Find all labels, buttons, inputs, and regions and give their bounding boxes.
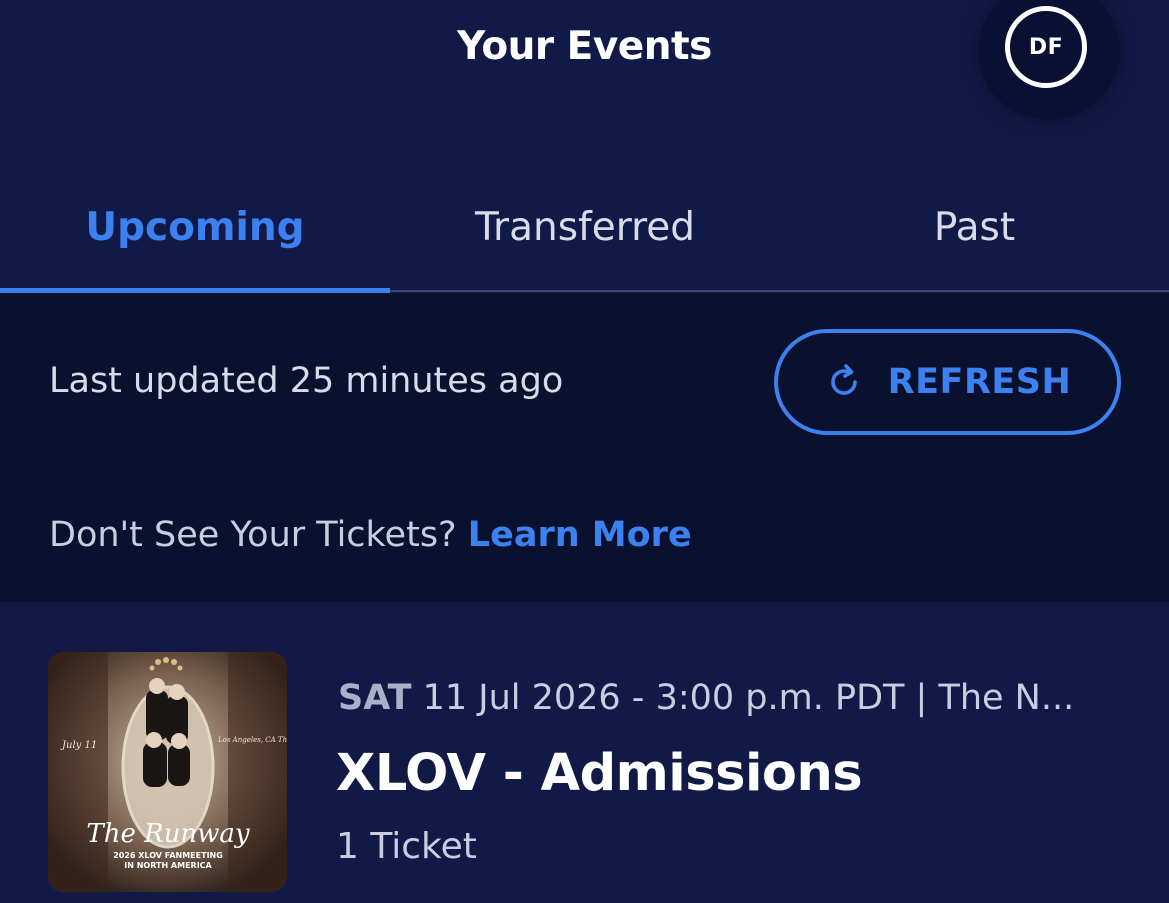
event-poster-image[interactable]: July 11 Los Angeles, CA The Novo The Run… xyxy=(48,652,287,892)
events-screen: Your Events DF Upcoming Transferred Past… xyxy=(0,0,1169,903)
help-question: Don't See Your Tickets? xyxy=(49,515,457,555)
event-title[interactable]: XLOV - Admissions xyxy=(336,744,863,803)
header: Your Events DF xyxy=(0,0,1169,140)
refresh-label: REFRESH xyxy=(887,362,1072,402)
event-card[interactable]: July 11 Los Angeles, CA The Novo The Run… xyxy=(0,602,1169,903)
tab-upcoming[interactable]: Upcoming xyxy=(0,160,390,294)
learn-more-link[interactable]: Learn More xyxy=(468,515,692,555)
event-ticket-count: 1 Ticket xyxy=(336,826,477,867)
tab-past[interactable]: Past xyxy=(780,160,1169,294)
poster-left-note: July 11 xyxy=(60,740,97,751)
event-day: SAT xyxy=(338,678,412,718)
refresh-button[interactable]: REFRESH xyxy=(774,329,1121,435)
poster-artwork: July 11 Los Angeles, CA The Novo The Run… xyxy=(48,652,287,892)
poster-subtitle-1: 2026 XLOV FANMEETING xyxy=(113,851,223,860)
poster-subtitle-2: IN NORTH AMERICA xyxy=(124,861,212,870)
event-date-venue: SAT 11 Jul 2026 - 3:00 p.m. PDT | The N.… xyxy=(338,678,1128,718)
refresh-icon xyxy=(830,364,857,395)
tab-bar: Upcoming Transferred Past xyxy=(0,160,1169,294)
status-panel: Last updated 25 minutes ago REFRESH Don'… xyxy=(0,293,1169,602)
avatar-button[interactable]: DF xyxy=(978,0,1120,120)
tickets-help-text: Don't See Your Tickets? Learn More xyxy=(49,515,692,555)
avatar[interactable]: DF xyxy=(1005,6,1087,88)
tab-transferred[interactable]: Transferred xyxy=(390,160,780,294)
poster-right-note: Los Angeles, CA The Novo xyxy=(217,736,287,744)
last-updated-text: Last updated 25 minutes ago xyxy=(49,361,564,401)
poster-script-title: The Runway xyxy=(86,819,250,849)
event-datetime: 11 Jul 2026 - 3:00 p.m. PDT | The N... xyxy=(422,678,1075,718)
